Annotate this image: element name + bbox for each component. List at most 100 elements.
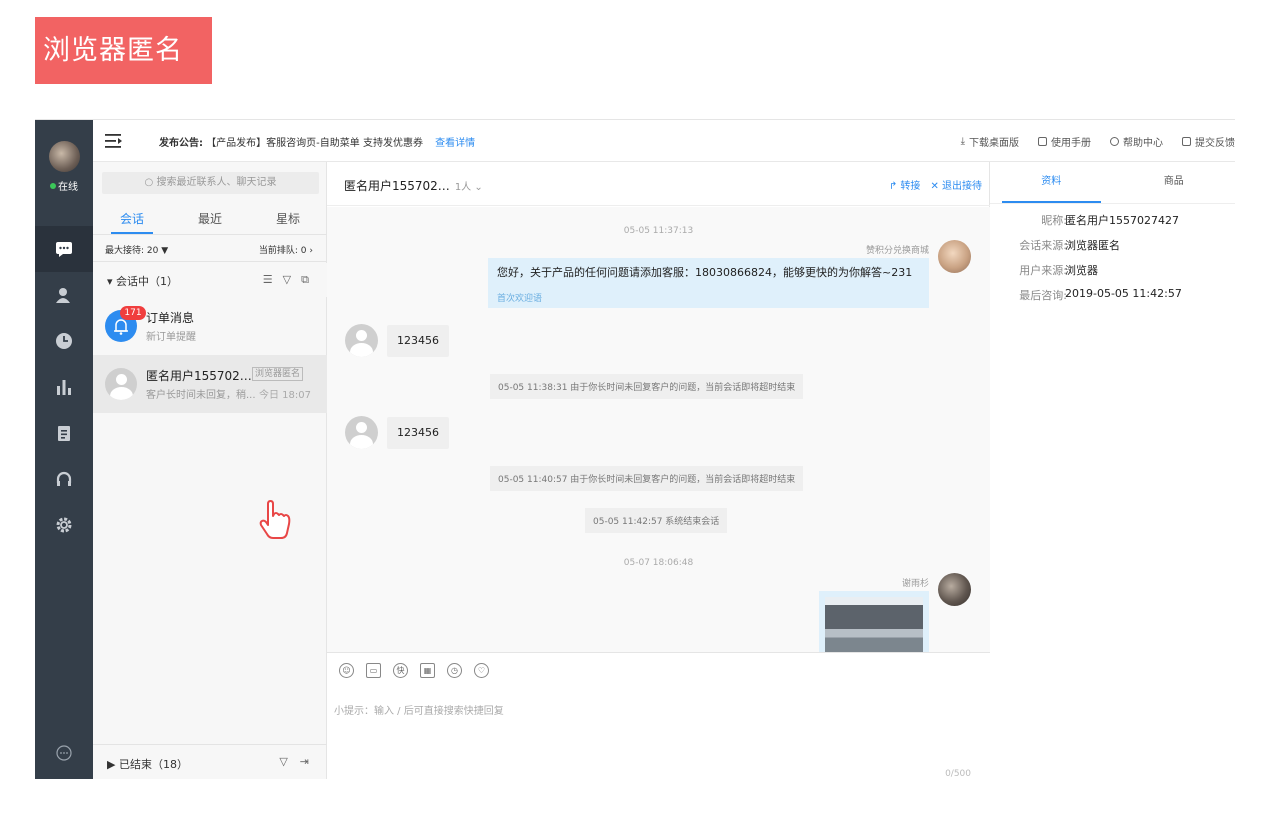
ended-section-title: ▶ 已结束（18） (107, 758, 188, 771)
input-toolbar: ☺ ▭ 快 ▦ ◷ ♡ (339, 663, 489, 678)
export-icon[interactable]: ⇥ (300, 755, 309, 768)
list-tabs: 会话 最近 星标 (93, 208, 327, 234)
tab-starred[interactable]: 星标 (249, 208, 327, 234)
agent-avatar[interactable] (49, 141, 80, 172)
info-value: 浏览器匿名 (1065, 239, 1120, 252)
exit-reception-button[interactable]: ✕ 退出接待 (930, 177, 982, 192)
system-message: 05-05 11:38:31 由于你长时间未回复客户的问题，当前会话即将超时结束 (490, 374, 804, 399)
nav-orders[interactable] (35, 410, 93, 456)
evaluation-icon[interactable]: ♡ (474, 663, 489, 678)
tab-products[interactable]: 商品 (1113, 162, 1236, 203)
history-icon[interactable]: ◷ (447, 663, 462, 678)
manual-label: 使用手册 (1051, 138, 1091, 149)
tab-sessions[interactable]: 会话 (93, 208, 171, 234)
avatar (938, 573, 971, 606)
nav-contacts[interactable] (35, 272, 93, 318)
status-dot-icon (50, 183, 56, 189)
image-thumbnail (825, 597, 923, 652)
nav-chat[interactable] (35, 226, 93, 272)
char-count: 0/500 (945, 769, 971, 779)
announcement-link[interactable]: 查看详情 (435, 138, 475, 149)
announcement-text: 【产品发布】客服咨询页-自助菜单 支持发优惠券 (206, 138, 423, 149)
gear-icon (56, 517, 72, 533)
bar-chart-icon (57, 380, 71, 395)
help-label: 帮助中心 (1123, 138, 1163, 149)
max-reception[interactable]: 最大接待: 20 ▼ (105, 243, 168, 256)
list-item[interactable]: 匿名用户155702… 浏览器匿名 客户长时间未回复，稍... 今日 18:07 (93, 355, 327, 413)
headset-icon (56, 471, 72, 486)
more-icon (56, 745, 72, 761)
help-center-button[interactable]: 帮助中心 (1110, 134, 1163, 149)
nav-settings[interactable] (35, 502, 93, 548)
feedback-button[interactable]: 提交反馈 (1182, 134, 1235, 149)
download-desktop-button[interactable]: ⤓ 下载桌面版 (961, 134, 1019, 149)
manual-icon (1038, 137, 1047, 146)
conversation-preview: 客户长时间未回复，稍... (146, 390, 256, 401)
contacts-icon (56, 288, 70, 303)
info-value: 匿名用户1557027427 (1065, 214, 1179, 227)
system-message: 05-05 11:40:57 由于你长时间未回复客户的问题，当前会话即将超时结束 (490, 466, 804, 491)
filter-icon[interactable]: ▽ (283, 273, 291, 287)
message-text: 您好，关于产品的任何问题请添加客服：18030866824，能够更快的为你解答~… (497, 266, 913, 279)
system-message: 05-05 11:42:57 系统结束会话 (585, 508, 728, 533)
section-ops: ☰ ▽ ⧉ (263, 273, 309, 287)
info-key: 最后咨询: (1019, 289, 1067, 302)
chat-title-text: 匿名用户155702… (344, 179, 450, 193)
clock-icon (56, 333, 72, 349)
feedback-icon (1182, 137, 1191, 146)
conversation-name: 订单消息 (146, 311, 195, 325)
nav-history[interactable] (35, 318, 93, 364)
avatar (345, 416, 378, 449)
image-icon[interactable]: ▭ (366, 663, 381, 678)
nav-stats[interactable] (35, 364, 93, 410)
info-value: 2019-05-05 11:42:57 (1065, 287, 1182, 300)
source-tag: 浏览器匿名 (252, 367, 304, 381)
list-item[interactable]: 171 订单消息 新订单提醒 (93, 297, 327, 355)
announcement: 发布公告: 【产品发布】客服咨询页-自助菜单 支持发优惠券 查看详情 (159, 134, 475, 149)
conversation-preview: 新订单提醒 (146, 332, 196, 343)
message-bubble-in: 123456 (387, 417, 449, 449)
ended-section-header[interactable]: ▶ 已结束（18） ▽ ⇥ (93, 744, 327, 779)
message-area[interactable]: 05-05 11:37:13 赞积分兑换商城 您好，关于产品的任何问题请添加客服… (327, 207, 990, 652)
sender-name: 谢雨杉 (901, 579, 929, 589)
top-bar: 发布公告: 【产品发布】客服咨询页-自助菜单 支持发优惠券 查看详情 ⤓ 下载桌面… (93, 120, 1235, 162)
collapse-menu-icon[interactable] (105, 134, 123, 148)
qrcode-icon[interactable]: ▦ (420, 663, 435, 678)
message-input[interactable]: 小提示：输入 / 后可直接搜索快捷回复 (334, 702, 504, 717)
conversation-time: 今日 18:07 (259, 390, 311, 401)
image-message[interactable] (819, 591, 929, 652)
quick-reply-icon[interactable]: 快 (393, 663, 408, 678)
search-input[interactable]: ○ 搜索最近联系人、聊天记录 (102, 172, 319, 194)
sender-name: 赞积分兑换商城 (865, 246, 929, 256)
queue-count[interactable]: 当前排队: 0 › (259, 243, 313, 256)
sort-icon[interactable]: ☰ (263, 273, 273, 287)
timestamp: 05-07 18:06:48 (623, 558, 694, 568)
welcome-tag: 首次欢迎语 (497, 294, 543, 304)
pointer-hand-icon (259, 500, 291, 539)
chat-header: 匿名用户155702… 1人 ⌄ ↱ 转接 ✕ 退出接待 (327, 162, 990, 206)
conversation-name: 匿名用户155702… (146, 369, 252, 383)
online-status[interactable]: 在线 (35, 178, 93, 193)
timestamp: 05-05 11:37:13 (623, 226, 694, 236)
filter-icon[interactable]: ▽ (279, 755, 287, 768)
participant-count[interactable]: 1人 ⌄ (455, 182, 483, 193)
announcement-label: 发布公告: (159, 138, 203, 149)
quota-bar: 最大接待: 20 ▼ 当前排队: 0 › (93, 234, 327, 262)
unread-badge: 171 (120, 306, 146, 320)
chat-title: 匿名用户155702… 1人 ⌄ (344, 177, 483, 194)
tab-profile[interactable]: 资料 (990, 162, 1113, 203)
info-tabs: 资料 商品 (990, 162, 1235, 204)
tab-recent[interactable]: 最近 (171, 208, 249, 234)
copy-icon[interactable]: ⧉ (301, 273, 309, 287)
nav-service[interactable] (35, 456, 93, 502)
message-bubble-out: 您好，关于产品的任何问题请添加客服：18030866824，能够更快的为你解答~… (488, 258, 929, 308)
chat-actions: ↱ 转接 ✕ 退出接待 (889, 177, 982, 192)
nav-more[interactable] (35, 730, 93, 776)
active-section-header[interactable]: ▾ 会话中（1） ☰ ▽ ⧉ (93, 263, 327, 297)
avatar (345, 324, 378, 357)
forward-button[interactable]: ↱ 转接 (889, 177, 921, 192)
emoji-icon[interactable]: ☺ (339, 663, 354, 678)
input-area: ☺ ▭ 快 ▦ ◷ ♡ 小提示：输入 / 后可直接搜索快捷回复 0/500 (327, 652, 990, 779)
info-key: 会话来源: (1019, 239, 1067, 252)
manual-button[interactable]: 使用手册 (1038, 134, 1091, 149)
